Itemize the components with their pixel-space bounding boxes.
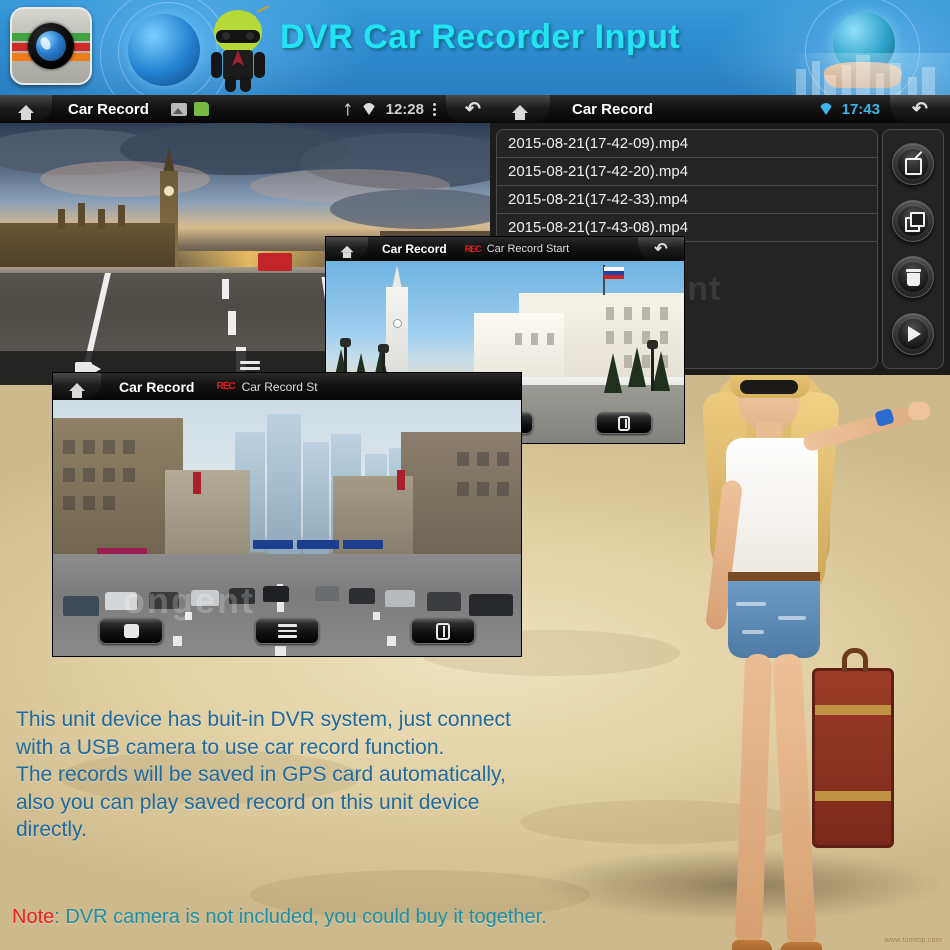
- more-vertical-icon[interactable]: [433, 102, 436, 116]
- home-button[interactable]: [53, 373, 101, 400]
- book-icon: [618, 415, 631, 431]
- stop-button[interactable]: [99, 618, 163, 644]
- big-ben-spire: [163, 147, 175, 173]
- book-icon: [436, 622, 450, 640]
- file-list-button[interactable]: [255, 618, 319, 644]
- description-line-4: also you can play saved record on this u…: [16, 790, 480, 814]
- select-button[interactable]: [892, 143, 934, 186]
- russian-flag-icon: [604, 267, 624, 279]
- back-arrow-icon: ↶: [654, 241, 668, 258]
- home-button[interactable]: [326, 237, 368, 261]
- sunglasses: [740, 380, 798, 394]
- model-photo: [664, 350, 930, 950]
- description-line-2: with a USB camera to use car record func…: [16, 735, 445, 759]
- page-title: DVR Car Recorder Input: [280, 18, 681, 56]
- clock: 12:28: [385, 100, 424, 118]
- list-icon: [277, 624, 297, 639]
- multi-select-button[interactable]: [892, 199, 934, 242]
- city-silhouette: [790, 53, 950, 95]
- home-button[interactable]: [490, 95, 550, 123]
- camera-icon: [10, 7, 92, 85]
- mid-statusbar: Car Record REC Car Record Start ↶: [326, 237, 684, 261]
- home-icon: [18, 105, 34, 120]
- home-button[interactable]: [0, 95, 52, 123]
- android-robot-icon: [211, 6, 270, 92]
- window-title: Car Record: [382, 242, 447, 256]
- suitcase: [812, 668, 894, 848]
- page-root: DVR Car Recorder Input Car Record ᛏ 12:2…: [0, 0, 950, 950]
- delete-button[interactable]: [892, 256, 934, 299]
- wifi-icon: [360, 103, 377, 115]
- back-button[interactable]: ↶: [638, 237, 684, 261]
- window-title: Car Record: [119, 378, 195, 395]
- main-statusbar: Car Record ᛏ 12:28 ↶: [0, 95, 500, 123]
- play-icon: [908, 325, 921, 342]
- tower-clockface: [393, 319, 402, 328]
- kazan-tower-spire: [392, 265, 402, 289]
- description-line-1: This unit device has buit-in DVR system,…: [16, 708, 511, 731]
- red-bus: [258, 253, 292, 271]
- gallery-button[interactable]: [411, 618, 475, 644]
- stop-icon: [123, 624, 139, 638]
- clock: 17:43: [841, 100, 880, 118]
- fineprint-watermark: www.tomtop.com: [884, 937, 942, 944]
- picture-icon: [170, 102, 187, 116]
- home-icon: [69, 382, 85, 398]
- bluetooth-icon: ᛏ: [343, 101, 352, 117]
- description-text: This unit device has buit-in DVR system,…: [16, 706, 616, 844]
- note-text: Note: DVR camera is not included, you co…: [12, 906, 547, 929]
- description-line-5: directly.: [16, 818, 87, 841]
- play-button[interactable]: [892, 312, 934, 355]
- sd-card-icon: [193, 102, 209, 116]
- wifi-icon: [817, 103, 834, 115]
- note-body: : DVR camera is not included, you could …: [54, 906, 547, 928]
- list-item[interactable]: 2015-08-21(17-42-33).mp4: [497, 186, 877, 214]
- parliament-building: [0, 223, 175, 271]
- bottom-statusbar: Car Record REC Car Record St: [53, 373, 521, 400]
- list-item[interactable]: 2015-08-21(17-42-09).mp4: [497, 130, 877, 158]
- page-banner: DVR Car Recorder Input: [0, 0, 950, 95]
- list-item[interactable]: 2015-08-21(17-42-20).mp4: [497, 158, 877, 186]
- gallery-button[interactable]: [596, 412, 653, 434]
- rec-status-label: Car Record Start: [486, 243, 570, 255]
- rec-badge: REC: [216, 381, 235, 392]
- rec-status-label: Car Record St: [241, 379, 318, 394]
- globe-icon: [128, 14, 200, 86]
- trash-icon: [905, 268, 921, 286]
- back-button[interactable]: ↶: [890, 95, 950, 123]
- select-edit-icon: [905, 156, 922, 176]
- file-list-statusbar: Car Record 17:43 ↶: [490, 95, 950, 123]
- home-icon: [512, 105, 528, 120]
- back-arrow-icon: ↶: [465, 98, 481, 120]
- bottom-car-record-window: Car Record REC Car Record St ongent: [52, 372, 522, 657]
- home-icon: [340, 245, 354, 259]
- file-actions-panel: [882, 129, 944, 369]
- window-title: Car Record: [572, 100, 653, 118]
- note-prefix: Note: [12, 906, 55, 928]
- description-line-3: The records will be saved in GPS card au…: [16, 763, 506, 786]
- big-ben-clockface: [163, 185, 175, 197]
- bottom-toolbar: [53, 616, 521, 656]
- rec-badge: REC: [464, 244, 482, 254]
- window-title: Car Record: [68, 100, 149, 118]
- back-arrow-icon: ↶: [912, 98, 928, 120]
- copy-icon: [905, 211, 925, 232]
